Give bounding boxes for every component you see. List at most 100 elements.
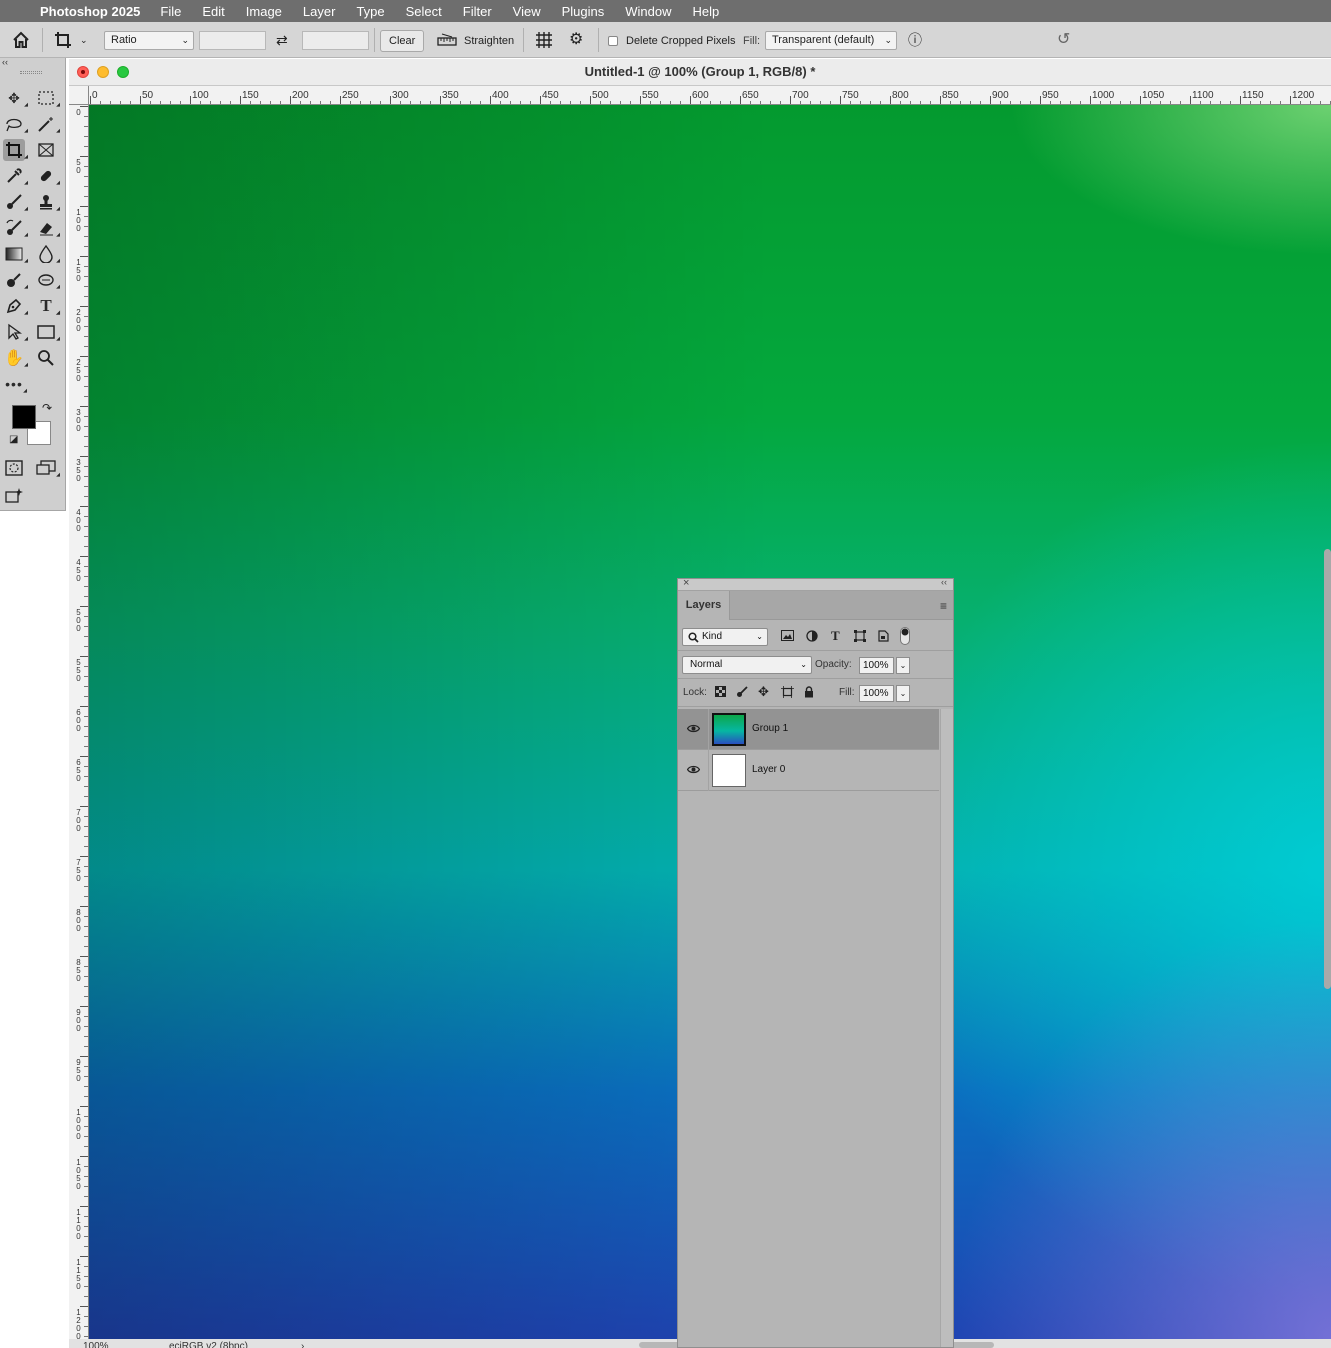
lock-all-icon[interactable]: [804, 686, 814, 701]
delete-cropped-checkbox[interactable]: [608, 36, 618, 46]
eyedropper-tool-icon[interactable]: ◢: [3, 165, 28, 187]
crop-width-input[interactable]: [199, 31, 266, 50]
tab-layers[interactable]: Layers: [678, 591, 730, 620]
magic-wand-tool-icon[interactable]: ◢: [35, 113, 60, 135]
layer-thumbnail: [712, 754, 746, 787]
vertical-ruler[interactable]: 0 5 0 1 0 0 1 5 0 2 0 0 2 5 0 3 0 0 3 5 0 4 0 0 4…: [69, 105, 89, 1339]
filter-pixel-icon[interactable]: [781, 630, 794, 644]
menu-help[interactable]: Help: [693, 4, 720, 19]
lock-position-icon[interactable]: ✥: [758, 684, 769, 700]
menu-view[interactable]: View: [513, 4, 541, 19]
lasso-tool-icon[interactable]: ◢: [3, 113, 28, 135]
eraser-tool-icon[interactable]: ◢: [35, 217, 60, 239]
layer-row-group-1[interactable]: Group 1: [678, 709, 939, 750]
zoom-tool-icon[interactable]: [35, 347, 57, 369]
panel-menu-icon[interactable]: ≡: [940, 599, 947, 613]
straighten-icon[interactable]: [437, 22, 457, 61]
opacity-dropdown-icon[interactable]: ⌄: [896, 657, 910, 674]
lock-artboard-icon[interactable]: [781, 686, 794, 701]
ratio-select[interactable]: Ratio ⌄: [104, 31, 194, 50]
grid-icon[interactable]: [535, 22, 553, 63]
menu-window[interactable]: Window: [625, 4, 671, 19]
close-icon[interactable]: ×: [683, 577, 689, 589]
layers-scrollbar[interactable]: [940, 709, 953, 1347]
layers-blend-row: Normal ⌄ Opacity: 100% ⌄: [678, 651, 953, 679]
visibility-eye-icon[interactable]: [686, 722, 701, 736]
menu-select[interactable]: Select: [406, 4, 442, 19]
filter-type-icon[interactable]: T: [831, 628, 840, 644]
status-arrow-icon[interactable]: ›: [301, 1339, 304, 1348]
menu-filter[interactable]: Filter: [463, 4, 492, 19]
layer-row-layer-0[interactable]: Layer 0: [678, 750, 939, 791]
healing-brush-tool-icon[interactable]: ◢: [35, 165, 60, 187]
info-icon[interactable]: ⓘ: [908, 22, 922, 58]
crop-height-input[interactable]: [302, 31, 369, 50]
generative-fill-icon[interactable]: [3, 485, 25, 507]
fill-dropdown-icon[interactable]: ⌄: [896, 685, 910, 702]
menu-file[interactable]: File: [160, 4, 181, 19]
type-tool-icon[interactable]: T ◢: [35, 295, 60, 317]
clear-button[interactable]: Clear: [380, 30, 425, 52]
vertical-scrollbar[interactable]: [1324, 549, 1331, 989]
blend-mode-select[interactable]: Normal ⌄: [682, 656, 812, 674]
layer-name[interactable]: Layer 0: [752, 764, 785, 775]
move-tool-icon[interactable]: ✥ ◢: [3, 87, 28, 109]
rectangle-tool-icon[interactable]: ◢: [35, 321, 60, 343]
clone-stamp-tool-icon[interactable]: ◢: [35, 191, 60, 213]
quick-mask-icon[interactable]: [3, 457, 25, 479]
history-brush-tool-icon[interactable]: ◢: [3, 217, 28, 239]
horizontal-ruler[interactable]: 0 50 100 150 200 250 300 350 400 450 500 550 600 650 7…: [89, 86, 1331, 105]
filter-adjustment-icon[interactable]: [806, 630, 818, 645]
frame-tool-icon[interactable]: [35, 139, 57, 161]
fill-select[interactable]: Transparent (default) ⌄: [765, 31, 897, 50]
swap-colors-icon[interactable]: ↷: [42, 401, 52, 415]
gear-icon[interactable]: ⚙: [569, 22, 583, 58]
chevron-down-icon[interactable]: ⌄: [80, 22, 88, 58]
menu-app-name[interactable]: Photoshop 2025: [40, 4, 140, 19]
layers-lock-row: Lock: ✥ Fill: 100% ⌄: [678, 679, 953, 707]
menu-type[interactable]: Type: [356, 4, 384, 19]
default-colors-icon[interactable]: ◪: [9, 434, 18, 445]
dodge-tool-icon[interactable]: ◢: [3, 269, 28, 291]
marquee-tool-icon[interactable]: ◢: [35, 87, 60, 109]
filter-kind-select[interactable]: Kind ⌄: [682, 628, 768, 646]
visibility-eye-icon[interactable]: [686, 763, 701, 777]
layers-panel-header[interactable]: × ‹‹: [678, 577, 953, 591]
layer-name[interactable]: Group 1: [752, 723, 788, 734]
ruler-corner[interactable]: [69, 86, 89, 105]
pen-tool-icon[interactable]: ◢: [3, 295, 28, 317]
filter-smart-object-icon[interactable]: [878, 630, 889, 645]
ruler-tick: [90, 96, 91, 104]
menu-edit[interactable]: Edit: [202, 4, 224, 19]
crop-icon[interactable]: [54, 22, 72, 63]
foreground-color-swatch[interactable]: [12, 405, 36, 429]
straighten-label[interactable]: Straighten: [464, 22, 514, 60]
lock-transparent-pixels-icon[interactable]: [715, 686, 726, 700]
reset-icon[interactable]: ↺: [1057, 22, 1070, 58]
panel-grip[interactable]: [20, 71, 42, 74]
collapse-icon[interactable]: ‹‹: [2, 57, 8, 67]
brush-tool-icon[interactable]: ◢: [3, 191, 28, 213]
ruler-tick: [1140, 96, 1141, 104]
opacity-input[interactable]: 100%: [859, 657, 894, 674]
smudge-tool-icon[interactable]: ◢: [35, 269, 60, 291]
menu-plugins[interactable]: Plugins: [562, 4, 605, 19]
menu-image[interactable]: Image: [246, 4, 282, 19]
gradient-tool-icon[interactable]: ◢: [3, 243, 28, 265]
hand-tool-icon[interactable]: ✋ ◢: [3, 347, 28, 369]
path-selection-tool-icon[interactable]: ◢: [3, 321, 28, 343]
collapse-icon[interactable]: ‹‹: [941, 577, 947, 587]
home-icon[interactable]: [12, 22, 30, 63]
status-zoom[interactable]: 100%: [83, 1339, 109, 1348]
screen-mode-icon[interactable]: ◢: [35, 457, 60, 479]
more-tools-icon[interactable]: ••• ◢: [3, 373, 27, 395]
filter-toggle-icon[interactable]: [900, 627, 910, 648]
fill-input[interactable]: 100%: [859, 685, 894, 702]
filter-shape-icon[interactable]: [854, 630, 866, 645]
lock-image-pixels-icon[interactable]: [736, 686, 748, 701]
ruler-label: 900: [992, 90, 1009, 101]
swap-arrows-icon[interactable]: ⇄: [276, 22, 288, 58]
crop-tool-icon[interactable]: ◢: [3, 139, 28, 161]
blur-tool-icon[interactable]: ◢: [35, 243, 60, 265]
menu-layer[interactable]: Layer: [303, 4, 336, 19]
